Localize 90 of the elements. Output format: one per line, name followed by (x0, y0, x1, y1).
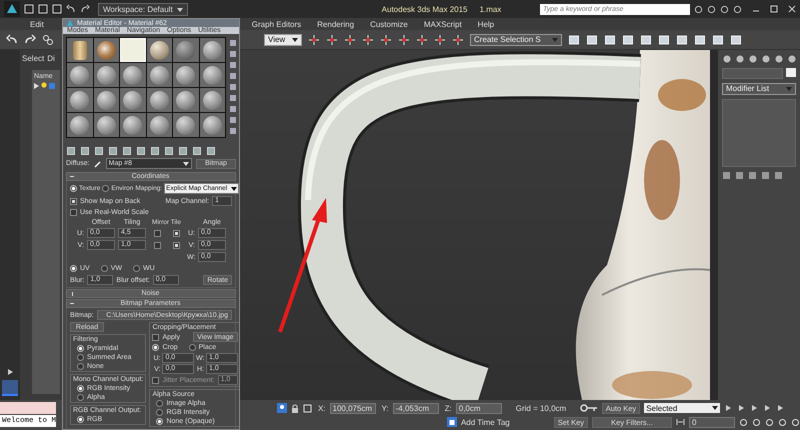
radio-button[interactable] (156, 400, 164, 406)
radio-button[interactable] (77, 416, 84, 422)
coordinate-label: Y: (382, 404, 389, 412)
sample-slot[interactable] (67, 38, 92, 62)
key-mode-dropdown[interactable]: Selected (644, 403, 720, 413)
object-name-field[interactable] (722, 68, 783, 79)
play-icon[interactable] (6, 368, 14, 376)
menu-item[interactable]: Customize (370, 20, 408, 28)
radio-button[interactable] (77, 394, 84, 400)
menu-item[interactable]: Select (22, 54, 44, 62)
expand-triangle-icon[interactable] (34, 82, 39, 88)
sample-slot[interactable] (120, 113, 146, 137)
redo-icon[interactable] (24, 34, 36, 46)
close-icon[interactable] (788, 5, 796, 13)
link-icon[interactable] (42, 34, 54, 46)
sample-slot[interactable] (200, 38, 225, 62)
checkbox[interactable] (70, 209, 77, 216)
redo-icon[interactable] (80, 4, 90, 14)
mirror-checkbox[interactable] (154, 242, 160, 248)
sample-slot[interactable] (146, 113, 172, 137)
undo-icon[interactable] (6, 34, 18, 46)
radio-button[interactable] (156, 408, 164, 416)
menu-item[interactable]: Help (478, 20, 494, 28)
menu-item[interactable]: Di (47, 54, 55, 62)
tile-checkbox[interactable] (172, 242, 180, 248)
sample-slot[interactable] (94, 63, 119, 87)
sample-slot[interactable] (146, 88, 172, 112)
radio-button[interactable] (100, 265, 108, 272)
sample-slot[interactable] (94, 38, 119, 62)
coordinate-field[interactable]: -4,053cm (392, 402, 439, 414)
radio-button[interactable] (133, 265, 140, 272)
modifier-list-dropdown[interactable]: Modifier List (722, 83, 796, 95)
sample-slot[interactable] (67, 63, 92, 87)
checkbox[interactable] (70, 198, 77, 204)
menu-item[interactable]: MAXScript (424, 20, 462, 28)
coordinate-field[interactable]: 0,0cm (456, 402, 502, 414)
sample-slot[interactable] (173, 88, 198, 112)
sample-slot[interactable] (67, 88, 92, 112)
sample-slot[interactable] (120, 63, 146, 87)
radio-button[interactable] (77, 384, 84, 392)
sample-slot[interactable] (146, 63, 172, 87)
tile-checkbox[interactable] (172, 230, 180, 236)
grid-size-text: Grid = 10,0cm (516, 404, 568, 412)
sample-slot[interactable] (67, 113, 92, 137)
radio-button[interactable] (156, 418, 164, 424)
sample-slot[interactable] (94, 88, 119, 112)
eyedropper-icon[interactable] (94, 160, 102, 168)
sample-slot[interactable] (200, 113, 225, 137)
add-time-tag-text[interactable]: Add Time Tag (460, 418, 510, 426)
listener-input-field[interactable] (0, 402, 56, 414)
coordinate-field[interactable]: 100,075cm (330, 402, 376, 414)
window-title: Autodesk 3ds Max 2015 (382, 4, 468, 14)
app-logo-icon[interactable] (4, 1, 20, 17)
checkbox[interactable] (152, 376, 160, 384)
menu-item[interactable]: Edit (30, 20, 44, 28)
sample-slot[interactable] (200, 63, 225, 87)
undo-icon[interactable] (66, 4, 76, 14)
sample-slot[interactable] (146, 38, 172, 62)
rollout-toggle-icon[interactable] (70, 176, 74, 180)
file-name: 1.max (480, 4, 502, 14)
play-icon[interactable] (750, 404, 760, 412)
menu-item[interactable]: Rendering (317, 20, 354, 28)
radio-button[interactable] (77, 362, 84, 370)
radio-button[interactable] (152, 344, 160, 351)
coordinate-label: Z: (444, 404, 452, 412)
sample-slot[interactable] (173, 63, 198, 87)
radio-button[interactable] (102, 185, 110, 192)
object-color-swatch[interactable] (786, 68, 796, 77)
key-icon[interactable] (580, 404, 598, 412)
sample-slot[interactable] (94, 113, 119, 137)
radio-button[interactable] (70, 185, 77, 192)
checkbox[interactable] (152, 334, 160, 340)
radio-button[interactable] (188, 344, 196, 351)
radio-button[interactable] (70, 265, 77, 272)
selection-set-dropdown[interactable]: Create Selection S (470, 34, 562, 46)
workspace-dropdown[interactable]: Workspace: Default (98, 2, 188, 16)
mirror-checkbox[interactable] (154, 230, 160, 236)
rollout-toggle-icon[interactable] (70, 302, 74, 306)
maximize-icon[interactable] (770, 5, 778, 13)
sample-slot[interactable] (200, 88, 225, 112)
reference-coordinate-dropdown[interactable]: View (264, 34, 302, 46)
menu-item[interactable]: Graph Editors (252, 20, 302, 28)
coordinate-label: X: (318, 404, 326, 412)
current-frame-field[interactable]: 0 (689, 416, 735, 428)
lock-icon[interactable] (290, 404, 299, 412)
radio-button[interactable] (77, 344, 84, 352)
sample-slot[interactable] (173, 113, 198, 137)
radio-button[interactable] (77, 354, 84, 360)
sample-slot[interactable] (120, 88, 146, 112)
light-bulb-icon[interactable] (41, 82, 47, 89)
